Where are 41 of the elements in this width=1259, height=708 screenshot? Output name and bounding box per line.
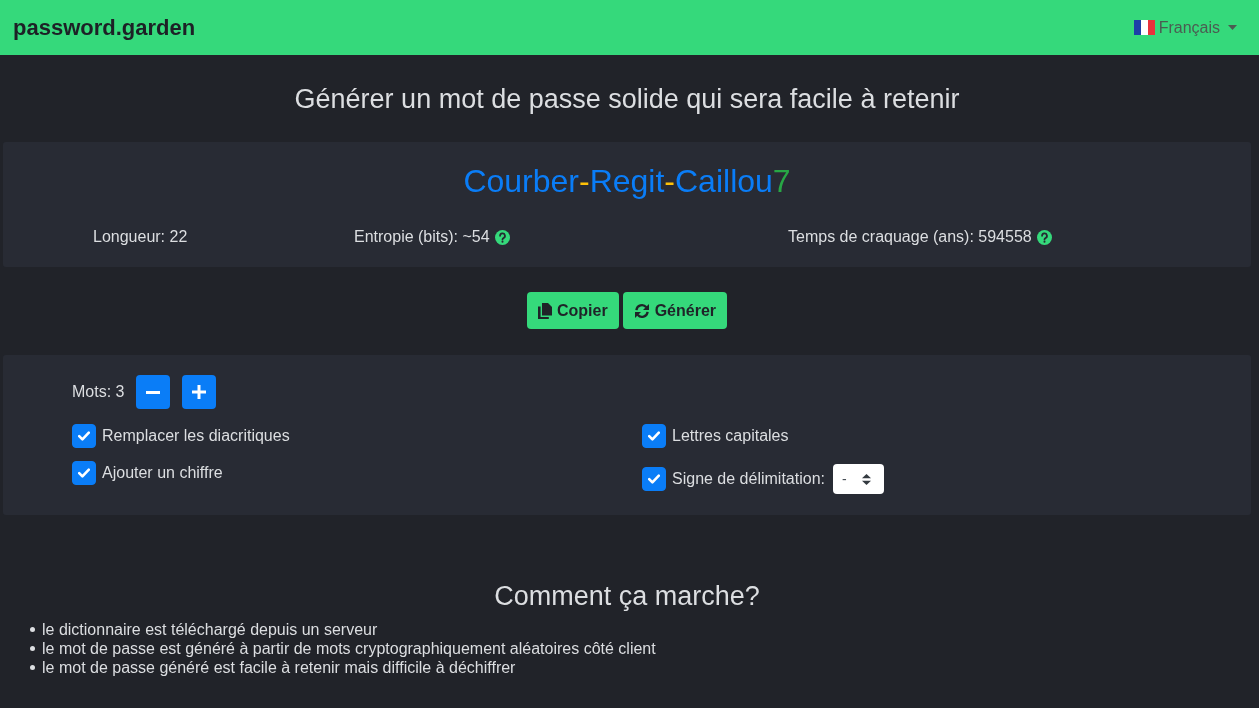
refresh-icon [633, 302, 650, 319]
checkbox[interactable] [642, 467, 666, 491]
stat-text: Temps de craquage (ans): 594558 [788, 227, 1032, 247]
help-icon[interactable] [494, 229, 510, 245]
bullet-icon [30, 646, 35, 651]
copy-icon [537, 302, 552, 319]
generate-button[interactable]: Générer [622, 292, 727, 329]
list-item-text: le mot de passe est généré à partir de mots cryptographiquement aléatoires côté client [42, 639, 656, 658]
checkbox-label: Signe de délimitation: [672, 469, 825, 489]
bullet-icon [30, 627, 35, 632]
minus-icon [146, 390, 161, 394]
checkbox[interactable] [72, 461, 96, 485]
increase-button[interactable] [182, 375, 217, 409]
checkbox-label: Remplacer les diacritiques [102, 426, 290, 446]
help-icon[interactable] [1036, 229, 1052, 245]
decrease-button[interactable] [136, 375, 171, 409]
check-icon [78, 431, 90, 441]
copy-button[interactable]: Copier [526, 292, 619, 329]
checkbox-label: Ajouter un chiffre [102, 463, 223, 483]
bullet-icon [30, 665, 35, 670]
generated-password: Courber-Regit-Caillou7 [463, 162, 791, 200]
check-icon [648, 431, 660, 441]
sort-icon [862, 473, 871, 485]
section-heading: Comment ça marche? [493, 581, 761, 612]
delimiter-select[interactable]: - [833, 464, 884, 494]
flag-icon [1133, 20, 1155, 35]
stat-text: Entropie (bits): ~54 [354, 227, 490, 247]
page-heading: Générer un mot de passe solide qui sera facile à retenir [293, 84, 961, 115]
check-icon [78, 468, 90, 478]
list-item-text: le dictionnaire est téléchargé depuis un serveur [42, 620, 378, 639]
checkbox-label: Lettres capitales [672, 426, 789, 446]
list-item-text: le mot de passe généré est facile à retenir mais difficile à déchiffrer [42, 658, 516, 677]
word-count-text: Mots: 3 [72, 383, 125, 401]
caret-icon [1228, 25, 1237, 30]
checkbox[interactable] [642, 424, 666, 448]
language-dropdown[interactable]: Français [1133, 12, 1237, 43]
stat-text: Longueur: 22 [93, 227, 188, 247]
checkbox[interactable] [72, 424, 96, 448]
brand-link[interactable]: password.garden [13, 14, 196, 41]
check-icon [648, 474, 660, 484]
plus-icon [192, 385, 207, 399]
